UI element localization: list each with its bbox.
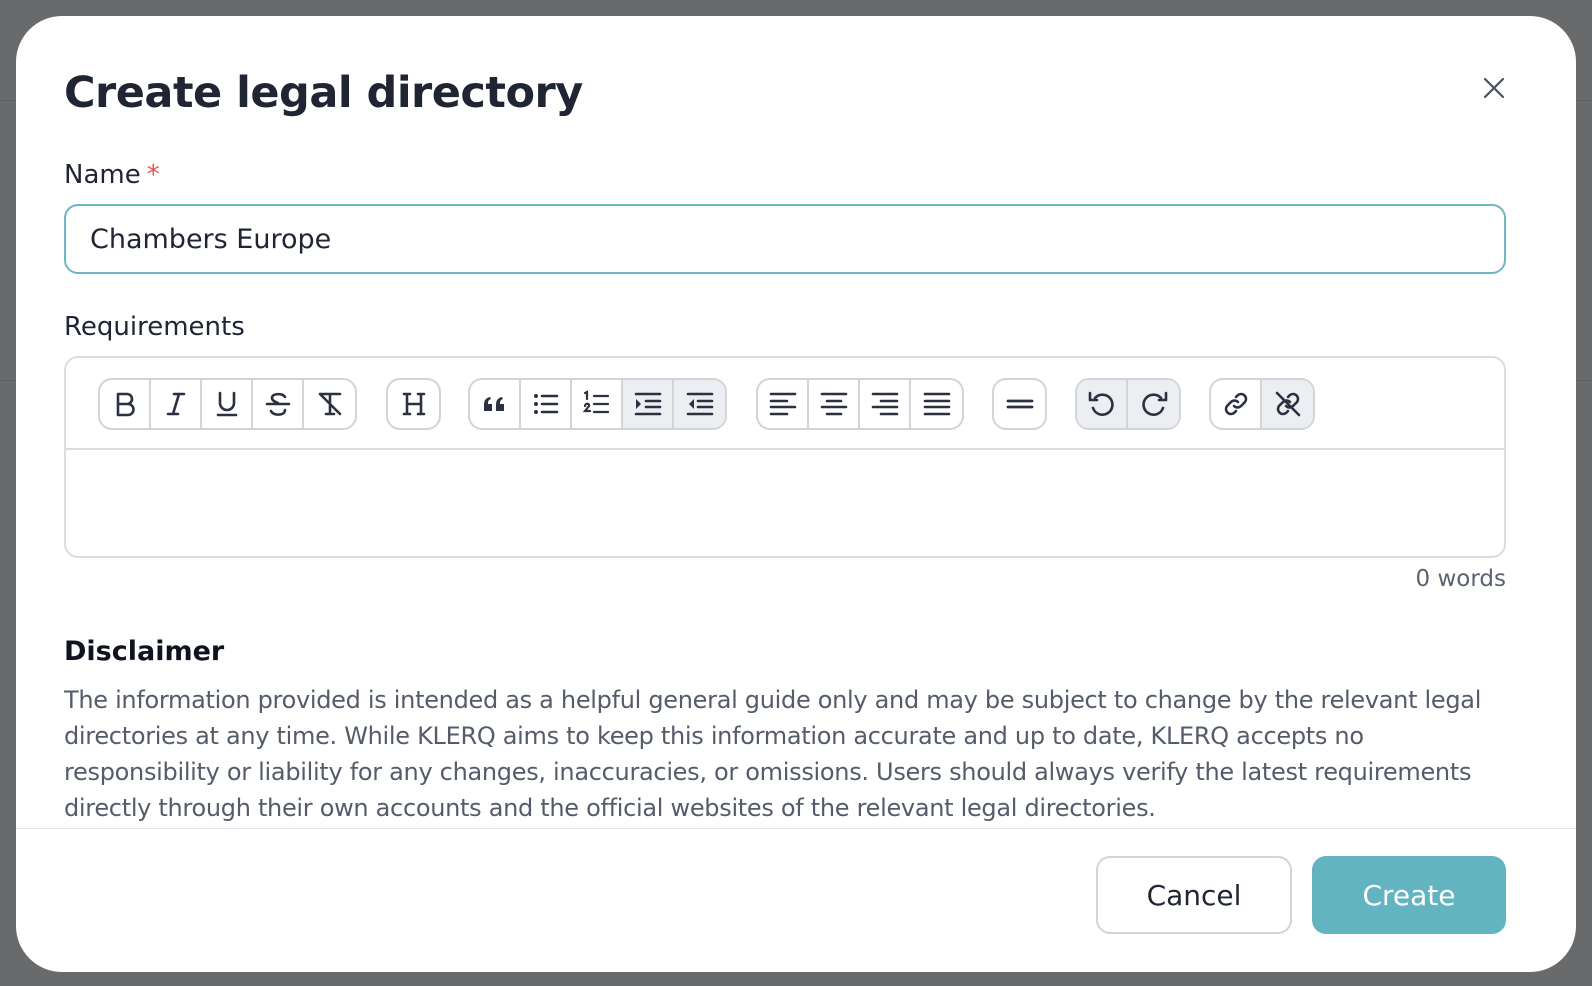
outdent-button[interactable] <box>674 380 725 428</box>
dialog-footer: Cancel Create <box>16 828 1576 972</box>
blockquote-icon <box>483 397 504 411</box>
create-button[interactable]: Create <box>1312 856 1506 934</box>
heading-button[interactable] <box>388 380 439 428</box>
align-justify-icon <box>923 392 950 416</box>
requirements-label: Requirements <box>64 312 245 342</box>
requirements-text-area[interactable] <box>66 452 1504 556</box>
requirements-editor <box>64 356 1506 558</box>
align-right-button[interactable] <box>860 380 911 428</box>
strikethrough-button[interactable] <box>253 380 304 428</box>
align-center-button[interactable] <box>809 380 860 428</box>
close-icon <box>1483 77 1505 99</box>
rule-group <box>992 378 1047 430</box>
clear-format-icon <box>318 392 341 416</box>
close-button[interactable] <box>1472 66 1516 110</box>
align-group <box>756 378 964 430</box>
name-label-text: Name <box>64 160 141 190</box>
horizontal-rule-button[interactable] <box>994 380 1045 428</box>
underline-icon <box>216 391 237 417</box>
link-button[interactable] <box>1211 380 1262 428</box>
align-left-button[interactable] <box>758 380 809 428</box>
heading-icon <box>402 392 425 416</box>
unlink-icon <box>1275 391 1300 417</box>
bold-button[interactable] <box>100 380 151 428</box>
link-group <box>1209 378 1315 430</box>
numbered-list-icon <box>582 390 609 414</box>
strikethrough-icon <box>265 392 290 416</box>
link-icon <box>1224 392 1247 416</box>
word-count: 0 words <box>1415 566 1506 592</box>
history-group <box>1075 378 1181 430</box>
format-group <box>98 378 357 430</box>
numbered-list-button[interactable] <box>572 380 623 428</box>
align-center-icon <box>820 392 847 416</box>
undo-icon <box>1088 391 1114 416</box>
editor-toolbar <box>66 358 1504 450</box>
redo-button[interactable] <box>1128 380 1179 428</box>
horizontal-rule-icon <box>1006 399 1033 409</box>
blockquote-button[interactable] <box>470 380 521 428</box>
name-input[interactable] <box>64 204 1506 274</box>
block-group <box>468 378 727 430</box>
align-left-icon <box>769 392 796 416</box>
name-label: Name * <box>64 160 160 190</box>
cancel-button[interactable]: Cancel <box>1096 856 1292 934</box>
bullet-list-button[interactable] <box>521 380 572 428</box>
italic-icon <box>166 392 185 416</box>
dialog-title: Create legal directory <box>64 68 583 118</box>
bold-icon <box>116 392 135 417</box>
align-justify-button[interactable] <box>911 380 962 428</box>
disclaimer-heading: Disclaimer <box>64 636 225 667</box>
required-marker: * <box>146 160 160 190</box>
bullet-list-icon <box>533 394 558 414</box>
italic-button[interactable] <box>151 380 202 428</box>
underline-button[interactable] <box>202 380 253 428</box>
heading-group <box>386 378 441 430</box>
create-directory-dialog: Create legal directory Name* Requirement… <box>16 16 1576 972</box>
align-right-icon <box>871 392 898 416</box>
clear-format-button[interactable] <box>304 380 355 428</box>
indent-button[interactable] <box>623 380 674 428</box>
unlink-button[interactable] <box>1262 380 1313 428</box>
undo-button[interactable] <box>1077 380 1128 428</box>
indent-icon <box>634 392 661 416</box>
outdent-icon <box>686 392 713 416</box>
disclaimer-text: The information provided is intended as … <box>64 686 1482 822</box>
redo-icon <box>1141 391 1167 416</box>
